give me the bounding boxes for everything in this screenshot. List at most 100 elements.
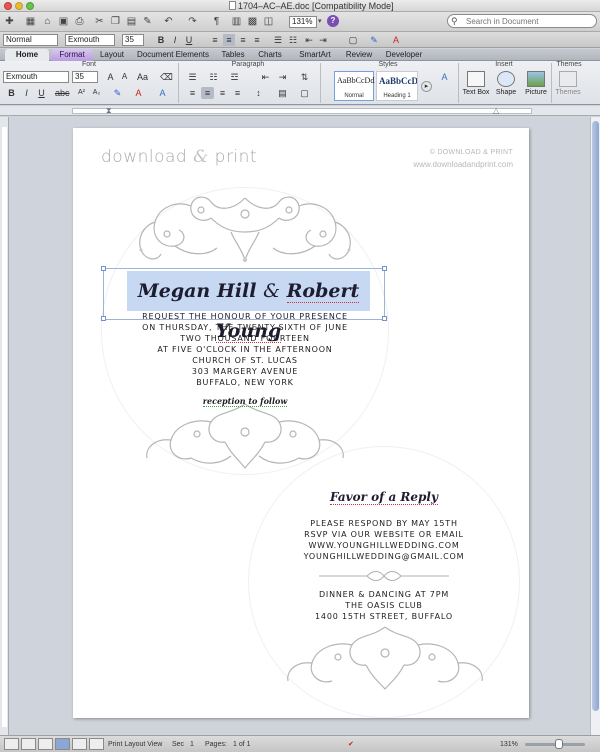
resize-handle[interactable] [101, 266, 106, 271]
cut-icon[interactable]: ✂ [93, 15, 106, 28]
outline-view-button[interactable] [21, 738, 36, 750]
vertical-ruler[interactable] [0, 117, 9, 735]
ribbon-underline-button[interactable]: U [35, 87, 48, 99]
ribbon-bullets-icon[interactable]: ☰ [186, 71, 199, 83]
sort-icon[interactable]: ⇅ [298, 71, 311, 83]
tab-format[interactable]: Format [51, 49, 93, 61]
publishing-view-button[interactable] [38, 738, 53, 750]
tab-developer[interactable]: Developer [380, 49, 428, 61]
multilevel-list-icon[interactable]: ☲ [228, 71, 241, 83]
tab-layout[interactable]: Layout [95, 49, 129, 61]
ribbon-align-right-icon[interactable]: ≡ [216, 87, 229, 99]
italic-button[interactable]: I [169, 34, 181, 46]
window-zoom-button[interactable] [26, 2, 34, 10]
superscript-button[interactable]: A² [75, 87, 88, 99]
focus-view-button[interactable] [89, 738, 104, 750]
text-effects-icon[interactable]: A [156, 87, 169, 99]
ribbon-numbering-icon[interactable]: ☷ [207, 71, 220, 83]
print-layout-view-button[interactable] [55, 738, 70, 750]
ribbon-highlight-icon[interactable]: ✎ [111, 87, 124, 99]
underline-button[interactable]: U [183, 34, 195, 46]
font-select[interactable]: Exmouth [65, 34, 115, 46]
font-color-icon[interactable]: A [390, 34, 402, 46]
media-browser-icon[interactable]: ◫ [262, 15, 275, 28]
print-icon[interactable]: ⎙ [73, 15, 86, 28]
borders-icon[interactable]: ▢ [347, 34, 359, 46]
align-center-icon[interactable]: ≡ [223, 34, 235, 46]
templates-icon[interactable]: ▦ [24, 15, 37, 28]
vertical-scrollbar[interactable] [590, 117, 600, 735]
help-icon[interactable]: ? [327, 15, 339, 27]
align-left-icon[interactable]: ≡ [209, 34, 221, 46]
ribbon-bold-button[interactable]: B [5, 87, 18, 99]
font-size-select[interactable]: 35 [122, 34, 144, 46]
search-input[interactable] [466, 15, 591, 27]
ribbon-font-color-icon[interactable]: A [132, 87, 145, 99]
quick-styles-icon[interactable]: A [438, 71, 451, 83]
document-page[interactable]: download & print © DOWNLOAD & PRINT www.… [73, 128, 529, 718]
left-indent-marker[interactable]: ⧗ [106, 106, 112, 115]
insert-picture-button[interactable]: Picture [522, 71, 550, 103]
tab-review[interactable]: Review [342, 49, 376, 61]
align-right-icon[interactable]: ≡ [237, 34, 249, 46]
resize-handle[interactable] [382, 266, 387, 271]
shrink-font-icon[interactable]: A [118, 71, 131, 83]
strikethrough-button[interactable]: abc [55, 87, 70, 99]
ribbon-align-center-icon[interactable]: ≡ [201, 87, 214, 99]
grow-font-icon[interactable]: A [104, 71, 117, 83]
tab-tables[interactable]: Tables [216, 49, 250, 61]
style-heading-1[interactable]: AaBbCcDc Heading 1 [376, 71, 418, 101]
bold-button[interactable]: B [155, 34, 167, 46]
window-close-button[interactable] [4, 2, 12, 10]
ribbon-align-left-icon[interactable]: ≡ [186, 87, 199, 99]
tab-smartart[interactable]: SmartArt [290, 49, 340, 61]
show-formatting-icon[interactable]: ¶ [210, 15, 223, 28]
justify-icon[interactable]: ≡ [251, 34, 263, 46]
tab-charts[interactable]: Charts [252, 49, 288, 61]
notebook-view-button[interactable] [72, 738, 87, 750]
style-normal[interactable]: AaBbCcDdEe Normal [334, 71, 375, 101]
save-icon[interactable]: ▣ [57, 15, 70, 28]
zoom-slider-knob[interactable] [555, 739, 563, 749]
chevron-down-icon[interactable]: ▾ [318, 16, 326, 28]
ribbon-font-select[interactable]: Exmouth [3, 71, 69, 83]
insert-shape-button[interactable]: Shape [492, 71, 520, 103]
new-document-icon[interactable]: ✚ [3, 15, 16, 28]
draft-view-button[interactable] [4, 738, 19, 750]
change-case-icon[interactable]: Aa [136, 71, 149, 83]
highlight-icon[interactable]: ✎ [368, 34, 380, 46]
paragraph-borders-icon[interactable]: ▢ [298, 87, 311, 99]
open-folder-icon[interactable]: ⌂ [41, 15, 54, 28]
tab-home[interactable]: Home [5, 49, 49, 61]
right-indent-marker[interactable]: △ [493, 106, 499, 115]
paste-icon[interactable]: ▤ [125, 15, 138, 28]
subscript-button[interactable]: A₂ [90, 87, 103, 99]
decrease-indent-icon[interactable]: ⇤ [303, 34, 315, 46]
line-spacing-icon[interactable]: ↕ [252, 87, 265, 99]
tab-document-elements[interactable]: Document Elements [132, 49, 214, 61]
scrollbar-thumb[interactable] [592, 121, 599, 711]
undo-icon[interactable]: ↶ [162, 15, 175, 28]
redo-icon[interactable]: ↷ [186, 15, 199, 28]
ribbon-increase-indent-icon[interactable]: ⇥ [276, 71, 289, 83]
zoom-field[interactable]: 131% [289, 16, 317, 28]
window-minimize-button[interactable] [15, 2, 23, 10]
copy-icon[interactable]: ❐ [109, 15, 122, 28]
bullets-icon[interactable]: ☰ [272, 34, 284, 46]
numbering-icon[interactable]: ☷ [287, 34, 299, 46]
ribbon-justify-icon[interactable]: ≡ [231, 87, 244, 99]
themes-button[interactable]: Themes [554, 71, 582, 103]
sidebar-icon[interactable]: ▥ [230, 15, 243, 28]
spelling-check-icon[interactable]: ✔ [348, 736, 354, 752]
ribbon-font-size-select[interactable]: 35 [72, 71, 98, 83]
ribbon-decrease-indent-icon[interactable]: ⇤ [259, 71, 272, 83]
styles-scroll-icon[interactable]: ▸ [421, 81, 432, 92]
style-select[interactable]: Normal [3, 34, 58, 46]
format-painter-icon[interactable]: ✎ [141, 15, 154, 28]
insert-text-box-button[interactable]: Text Box [462, 71, 490, 103]
shading-icon[interactable]: ▤ [276, 87, 289, 99]
increase-indent-icon[interactable]: ⇥ [317, 34, 329, 46]
ribbon-italic-button[interactable]: I [20, 87, 33, 99]
couple-names[interactable]: Megan Hill & Robert Young [127, 271, 370, 343]
search-box[interactable]: ⚲ [447, 14, 597, 28]
